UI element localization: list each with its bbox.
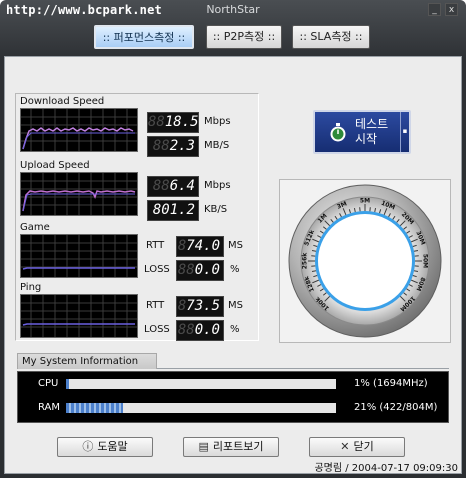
start-test-button[interactable]: 테스트 시작 ▪ [313,110,411,154]
gauge-tick-label: 50M [422,254,429,268]
dropdown-arrow-icon[interactable]: ▪ [400,112,409,152]
cpu-label: CPU [38,378,59,389]
game-rtt-label: RTT [146,240,165,251]
app-window: http://www.bcpark.net NorthStar _ x :: 퍼… [0,0,466,478]
ping-rtt-display: 873.5 [176,296,224,317]
upload-mbps-display: 886.4 [147,176,199,197]
tab-sla[interactable]: :: SLA측정 :: [292,25,370,49]
help-icon: ⓘ [82,440,94,453]
game-loss-unit: % [230,264,240,275]
ram-label: RAM [38,402,61,413]
main-panel: Download Speed 8818.5 Mbps 882.3 MB/S Up… [4,56,462,474]
download-mbs-unit: MB/S [204,140,230,151]
game-rtt-display: 874.0 [176,236,224,257]
close-dialog-button[interactable]: ✕ 닫기 [309,437,405,457]
ram-usage-fill [66,403,123,413]
ping-rtt-label: RTT [146,300,165,311]
close-x-icon: ✕ [340,440,350,453]
download-mbps-unit: Mbps [204,116,231,127]
system-info-header: My System Information [17,353,449,369]
system-info-title: My System Information [17,353,157,369]
ping-loss-unit: % [230,324,240,335]
upload-mbps-unit: Mbps [204,180,231,191]
download-mbs-display: 882.3 [147,136,199,157]
ping-rtt-unit: MS [228,300,243,311]
cpu-value: 1% (1694MHz) [354,378,428,389]
speed-gauge: 100k128k256k512k1M3M 5M 10M20M30M50M80M100… [288,184,442,338]
gauge-tick-label: 256k [302,252,309,270]
download-graph [20,108,138,152]
gauge-face [318,214,412,308]
game-rtt-unit: MS [228,240,243,251]
ping-graph [20,294,138,338]
tab-bar: :: 퍼포먼스측정 :: :: P2P측정 :: :: SLA측정 :: [0,24,466,50]
upload-graph [20,172,138,216]
upload-kbs-display: 801.2 [147,200,199,221]
download-trace [22,127,134,150]
system-info-panel: CPU 1% (1694MHz) RAM 21% (422/804M) [17,371,449,423]
ram-usage-bar [66,403,336,413]
stopwatch-icon [329,123,347,146]
monitor-box: Download Speed 8818.5 Mbps 882.3 MB/S Up… [15,93,259,341]
game-title: Game [20,222,50,233]
game-graph [20,234,138,278]
help-button[interactable]: ⓘ 도움말 [57,437,153,457]
report-icon: ▤ [198,440,209,453]
ping-loss-label: LOSS [144,324,170,335]
start-test-label: 테스트 시작 [355,117,389,146]
game-loss-label: LOSS [144,264,170,275]
cpu-usage-bar [66,379,336,389]
download-title: Download Speed [20,96,105,107]
upload-title: Upload Speed [20,160,90,171]
game-loss-display: 880.0 [176,260,224,281]
status-text: 공명림 / 2004-07-17 09:09:30 [314,463,458,474]
minimize-button[interactable]: _ [428,3,441,16]
gauge-tick-label: 5M [360,198,370,205]
upload-kbs-unit: KB/S [204,204,228,215]
cpu-usage-fill [66,379,69,389]
ping-loss-display: 880.0 [176,320,224,341]
download-mbps-display: 8818.5 [147,112,199,133]
title-bar: http://www.bcpark.net NorthStar _ x [0,0,466,20]
tab-p2p[interactable]: :: P2P측정 :: [206,25,282,49]
close-button[interactable]: x [445,3,458,16]
window-controls: _ x [428,3,458,16]
tab-performance[interactable]: :: 퍼포먼스측정 :: [94,25,194,49]
speed-gauge-frame: 100k 128k 256k 512k 1M 3M 5M 10M 20M 30M 50M 80M 100… [279,179,451,343]
ping-title: Ping [20,282,42,293]
ram-value: 21% (422/804M) [354,402,438,413]
app-title: NorthStar [206,3,260,16]
view-report-button[interactable]: ▤ 리포트보기 [183,437,279,457]
